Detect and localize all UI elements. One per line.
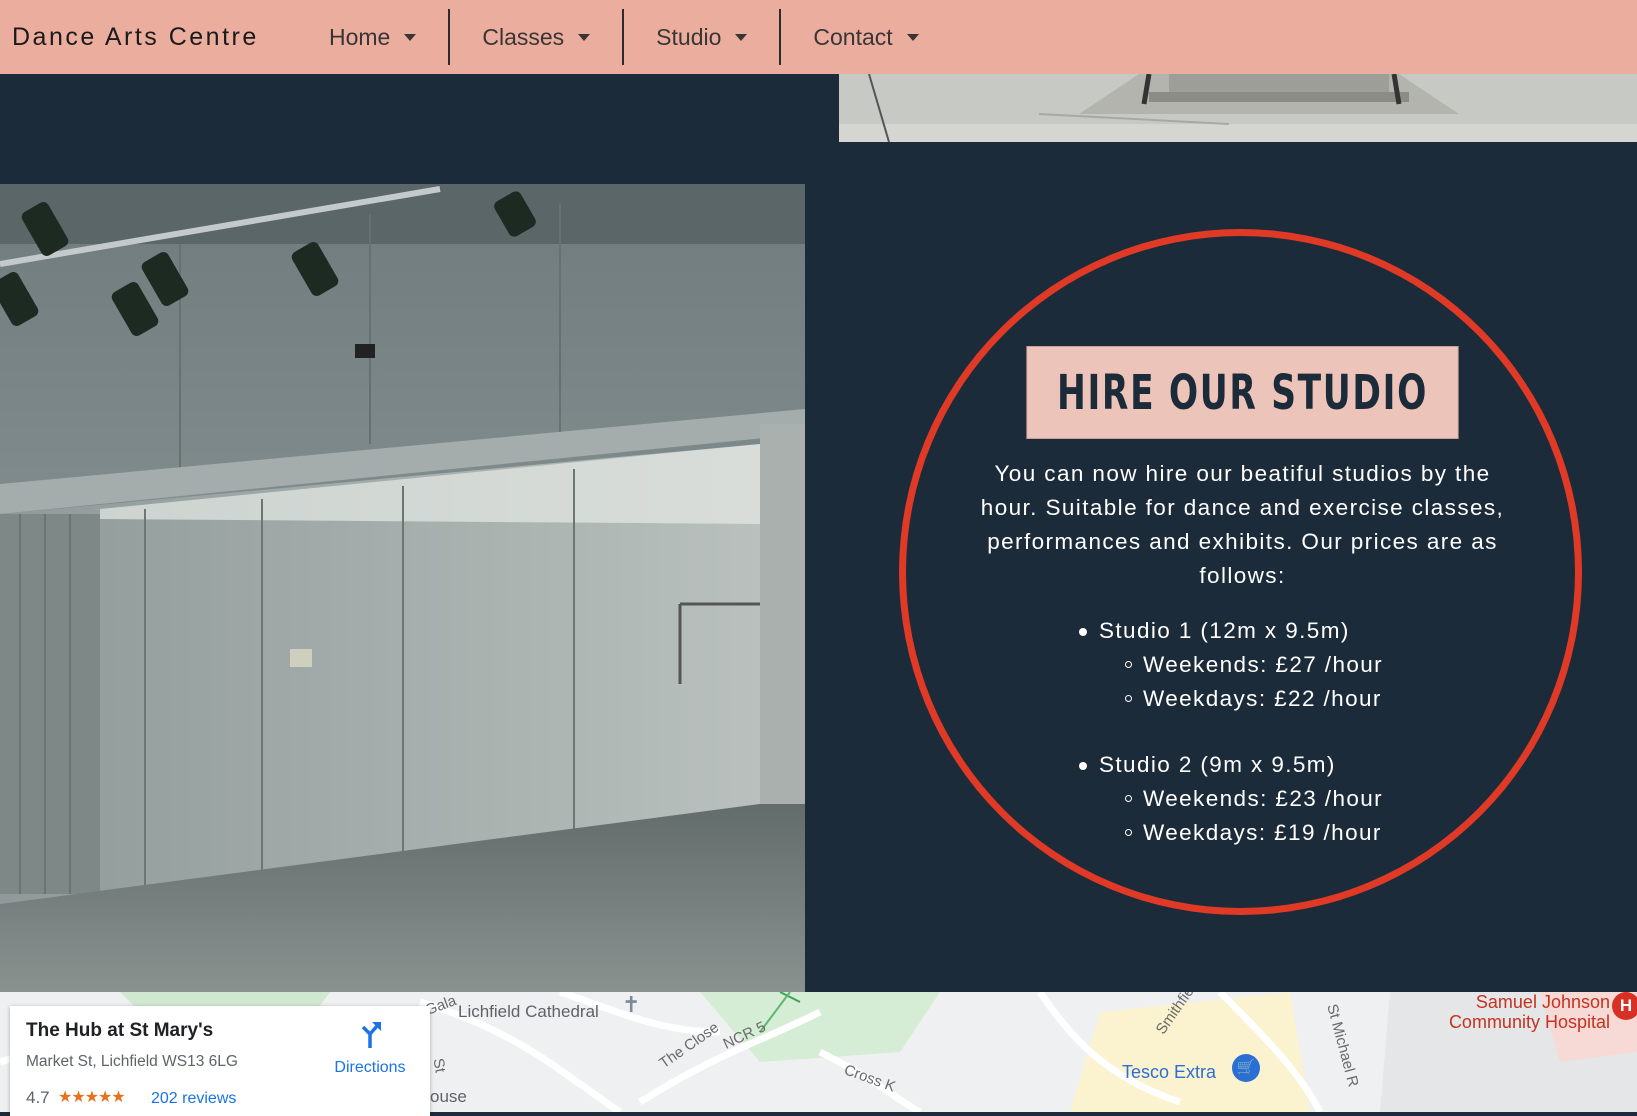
hire-studio-title-text: HIRE OUR STUDIO <box>1057 364 1428 421</box>
nav-item-label: Contact <box>813 23 893 50</box>
nav-item-studio[interactable]: Studio <box>624 9 779 65</box>
list-spacer <box>1076 716 1383 748</box>
hire-intro-text: You can now hire our beatiful studios by… <box>980 461 1505 588</box>
nav-item-classes[interactable]: Classes <box>450 9 622 65</box>
chevron-down-icon <box>735 33 748 41</box>
hire-studio-title: HIRE OUR STUDIO <box>1026 346 1459 439</box>
previous-section-photo <box>839 74 1637 142</box>
studio-name: Studio 1 (12m x 9.5m) <box>1099 618 1350 643</box>
place-address: Market St, Lichfield WS13 6LG <box>26 1053 238 1070</box>
map-label-house: ouse <box>430 1087 467 1106</box>
reviews-link[interactable]: 202 reviews <box>151 1090 236 1108</box>
price-list: Studio 1 (12m x 9.5m) Weekends: £27 /hou… <box>1076 614 1383 850</box>
price-list-subitem: Weekends: £23 /hour <box>1121 782 1383 816</box>
brand-logo[interactable]: Dance Arts Centre <box>12 23 297 52</box>
nav-item-label: Home <box>329 23 391 50</box>
church-icon: ✝ <box>622 992 641 1017</box>
price-list-subitem: Weekends: £27 /hour <box>1121 648 1383 682</box>
price-list-subitem: Weekdays: £19 /hour <box>1121 816 1383 850</box>
place-name: The Hub at St Mary's <box>26 1020 214 1041</box>
map-label-tesco: Tesco Extra <box>1122 1062 1217 1082</box>
nav-item-label: Studio <box>656 23 722 50</box>
shopping-cart-icon[interactable]: 🛒 <box>1232 1054 1260 1082</box>
chevron-down-icon <box>404 33 417 41</box>
chevron-down-icon <box>578 33 591 41</box>
map-place-card: The Hub at St Mary's Market St, Lichfiel… <box>10 1006 430 1116</box>
hospital-icon[interactable]: H <box>1612 992 1637 1020</box>
studio-photo <box>0 184 805 992</box>
place-rating: 4.7 <box>26 1088 50 1107</box>
map-label-hospital: Samuel Johnson Community Hospital <box>1420 992 1610 1032</box>
nav-item-home[interactable]: Home <box>297 9 448 65</box>
studio-name: Studio 2 (9m x 9.5m) <box>1099 752 1336 777</box>
map-label-cathedral: Lichfield Cathedral <box>458 1002 599 1021</box>
chevron-down-icon <box>906 33 919 41</box>
directions-icon <box>361 1022 381 1048</box>
navbar: Dance Arts Centre Home Classes Studio Co… <box>0 0 1637 74</box>
directions-label: Directions <box>334 1059 406 1076</box>
nav-item-label: Classes <box>482 23 565 50</box>
rating-stars-icon: ★★★★★ <box>58 1089 126 1106</box>
map-label-st: St <box>429 1057 449 1074</box>
price-list-item: Studio 2 (9m x 9.5m) Weekends: £23 /hour… <box>1076 748 1383 850</box>
directions-button[interactable]: Directions <box>328 1020 412 1077</box>
price-list-subitem: Weekdays: £22 /hour <box>1121 682 1383 716</box>
nav-item-contact[interactable]: Contact <box>781 9 950 65</box>
map-label-hospital-line1: Samuel Johnson <box>1475 992 1610 1012</box>
map-label-hospital-line2: Community Hospital <box>1448 1012 1610 1032</box>
price-list-item: Studio 1 (12m x 9.5m) Weekends: £27 /hou… <box>1076 614 1383 716</box>
